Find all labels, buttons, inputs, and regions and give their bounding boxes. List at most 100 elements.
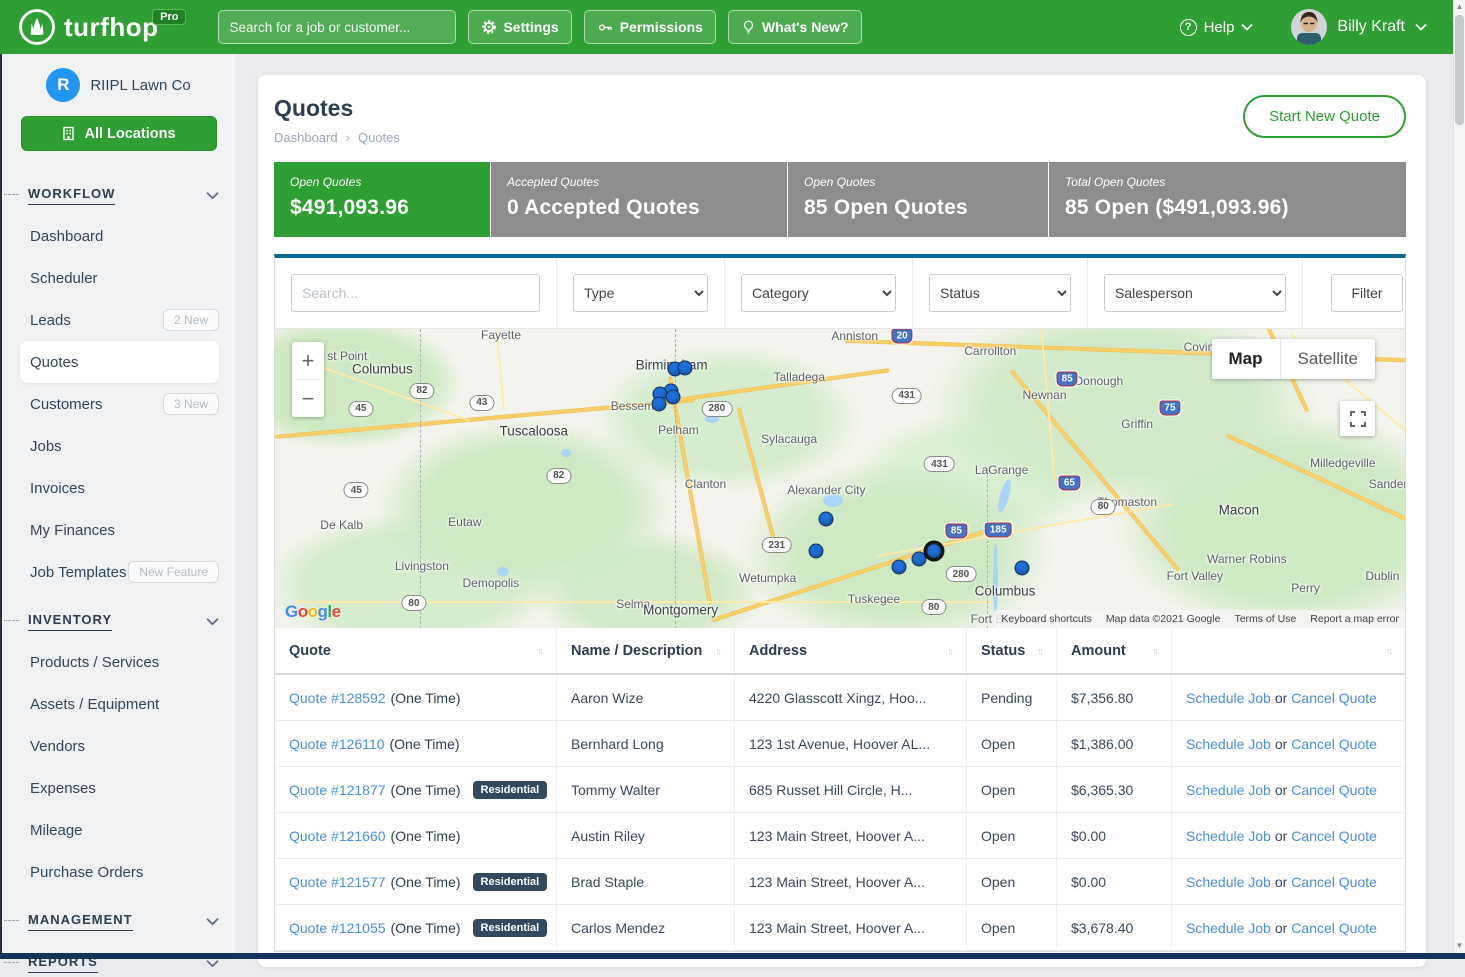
quote-map-marker[interactable] — [891, 560, 906, 575]
zoom-out-button[interactable]: − — [292, 380, 324, 417]
cancel-quote-link[interactable]: Cancel Quote — [1291, 736, 1377, 752]
schedule-job-link[interactable]: Schedule Job — [1186, 828, 1271, 844]
brand-logo[interactable]: turfhop Pro — [0, 8, 172, 46]
quote-map-marker[interactable] — [652, 396, 667, 411]
filter-select-category[interactable]: Category — [741, 274, 896, 312]
sidebar-item-expenses[interactable]: Expenses — [2, 767, 235, 809]
schedule-job-link[interactable]: Schedule Job — [1186, 690, 1271, 706]
sort-icon[interactable]: ↑↓ — [1144, 646, 1157, 656]
sidebar-section-inventory[interactable]: INVENTORY — [2, 607, 219, 635]
sidebar-item-customers[interactable]: Customers3 New — [2, 383, 235, 425]
schedule-job-link[interactable]: Schedule Job — [1186, 874, 1271, 890]
column-header-quote[interactable]: Quote↑↓ — [275, 628, 557, 673]
satellite-view-button[interactable]: Satellite — [1280, 339, 1375, 379]
quote-link[interactable]: Quote #121055 — [289, 920, 386, 936]
help-menu[interactable]: ? Help — [1180, 19, 1254, 36]
map-attribution-link[interactable]: Terms of Use — [1234, 613, 1296, 625]
column-header-actions[interactable]: ↑↓ — [1172, 628, 1405, 673]
sidebar-section-management[interactable]: MANAGEMENT — [2, 907, 219, 935]
avatar[interactable] — [1291, 9, 1327, 45]
sidebar-item-invoices[interactable]: Invoices — [2, 467, 235, 509]
cancel-quote-link[interactable]: Cancel Quote — [1291, 690, 1377, 706]
sidebar-item-assets-equipment[interactable]: Assets / Equipment — [2, 683, 235, 725]
quote-link[interactable]: Quote #126110 — [289, 736, 385, 752]
map-attribution-link[interactable]: Report a map error — [1310, 613, 1399, 625]
global-search-input[interactable] — [218, 10, 456, 44]
whats-new-button[interactable]: What's New? — [728, 10, 862, 44]
sidebar-item-leads[interactable]: Leads2 New — [2, 299, 235, 341]
scroll-down-icon[interactable]: ▼ — [1454, 939, 1465, 953]
cancel-quote-link[interactable]: Cancel Quote — [1291, 828, 1377, 844]
quote-map-marker[interactable] — [819, 512, 834, 527]
sort-icon[interactable]: ↑↓ — [707, 646, 720, 656]
schedule-job-link[interactable]: Schedule Job — [1186, 736, 1271, 752]
permissions-button[interactable]: Permissions — [584, 10, 716, 44]
cancel-quote-link[interactable]: Cancel Quote — [1291, 920, 1377, 936]
sidebar-item-products-services[interactable]: Products / Services — [2, 641, 235, 683]
filter-select-status[interactable]: Status — [929, 274, 1071, 312]
page-scrollbar[interactable]: ▲ ▼ — [1453, 0, 1465, 959]
sidebar-item-mileage[interactable]: Mileage — [2, 809, 235, 851]
quote-map-marker[interactable] — [665, 389, 680, 404]
sidebar-section-workflow[interactable]: WORKFLOW — [2, 181, 219, 209]
company-row[interactable]: R RIIPL Lawn Co — [2, 68, 235, 102]
quote-map-marker[interactable] — [912, 552, 927, 567]
page-header: Quotes Dashboard › Quotes Start New Quot… — [258, 75, 1426, 145]
sidebar-item-dashboard[interactable]: Dashboard — [2, 215, 235, 257]
fullscreen-button[interactable] — [1340, 401, 1375, 436]
zoom-in-button[interactable]: + — [292, 342, 324, 379]
sidebar-item-label: Quotes — [30, 354, 78, 371]
google-logo[interactable]: Google — [285, 602, 341, 622]
column-header-name-description[interactable]: Name / Description↑↓ — [557, 628, 735, 673]
breadcrumb-dashboard[interactable]: Dashboard — [274, 130, 338, 145]
quote-link[interactable]: Quote #128592 — [289, 690, 386, 706]
sort-icon[interactable]: ↑↓ — [1029, 646, 1042, 656]
start-new-quote-button[interactable]: Start New Quote — [1243, 95, 1406, 138]
map-view-button[interactable]: Map — [1212, 339, 1280, 379]
map-type-toggle: Map Satellite — [1212, 339, 1375, 379]
cancel-quote-link[interactable]: Cancel Quote — [1291, 874, 1377, 890]
map-attribution-link[interactable]: Map data ©2021 Google — [1106, 613, 1221, 625]
sidebar-item-job-templates[interactable]: Job TemplatesNew Feature — [2, 551, 235, 593]
top-navbar: turfhop Pro Settings Permissions What's … — [0, 0, 1453, 54]
map[interactable]: st PointFayetteColumbusTuscaloosaBirming… — [275, 328, 1405, 628]
quote-link[interactable]: Quote #121877 — [289, 782, 386, 798]
map-attribution-link[interactable]: Keyboard shortcuts — [1001, 613, 1091, 625]
sidebar-item-vendors[interactable]: Vendors — [2, 725, 235, 767]
quote-map-marker[interactable] — [1014, 561, 1029, 576]
filter-select-type[interactable]: Type — [573, 274, 708, 312]
scroll-up-icon[interactable]: ▲ — [1454, 0, 1465, 14]
column-header-amount[interactable]: Amount↑↓ — [1057, 628, 1172, 673]
quotes-search-input[interactable] — [291, 274, 540, 312]
sidebar-item-jobs[interactable]: Jobs — [2, 425, 235, 467]
quote-map-marker[interactable] — [809, 544, 824, 559]
schedule-job-link[interactable]: Schedule Job — [1186, 920, 1271, 936]
column-header-status[interactable]: Status↑↓ — [967, 628, 1057, 673]
cancel-quote-link[interactable]: Cancel Quote — [1291, 782, 1377, 798]
chevron-down-icon — [206, 917, 219, 926]
settings-button[interactable]: Settings — [468, 10, 571, 44]
section-dash-icon — [4, 194, 19, 195]
permissions-label: Permissions — [620, 19, 703, 35]
quote-link[interactable]: Quote #121660 — [289, 828, 386, 844]
quote-link[interactable]: Quote #121577 — [289, 874, 386, 890]
all-locations-button[interactable]: All Locations — [21, 116, 217, 151]
scrollbar-thumb[interactable] — [1455, 15, 1464, 125]
user-name[interactable]: Billy Kraft — [1337, 18, 1405, 36]
sidebar-item-my-finances[interactable]: My Finances — [2, 509, 235, 551]
schedule-job-link[interactable]: Schedule Job — [1186, 782, 1271, 798]
actions-cell: Schedule JoborCancel Quote — [1172, 721, 1405, 766]
sort-icon[interactable]: ↑↓ — [939, 646, 952, 656]
sort-icon[interactable]: ↑↓ — [529, 646, 542, 656]
sidebar-item-scheduler[interactable]: Scheduler — [2, 257, 235, 299]
sort-icon[interactable]: ↑↓ — [1378, 646, 1391, 656]
filter-button[interactable]: Filter — [1331, 274, 1403, 312]
column-header-address[interactable]: Address↑↓ — [735, 628, 967, 673]
sidebar-item-purchase-orders[interactable]: Purchase Orders — [2, 851, 235, 893]
quote-map-marker[interactable] — [926, 544, 941, 559]
sidebar-item-label: Job Templates — [30, 564, 126, 581]
quote-map-marker[interactable] — [678, 360, 693, 375]
sidebar-item-quotes[interactable]: Quotes — [20, 341, 219, 383]
filter-select-salesperson[interactable]: Salesperson — [1104, 274, 1286, 312]
sidebar-item-badge: 2 New — [163, 309, 219, 331]
